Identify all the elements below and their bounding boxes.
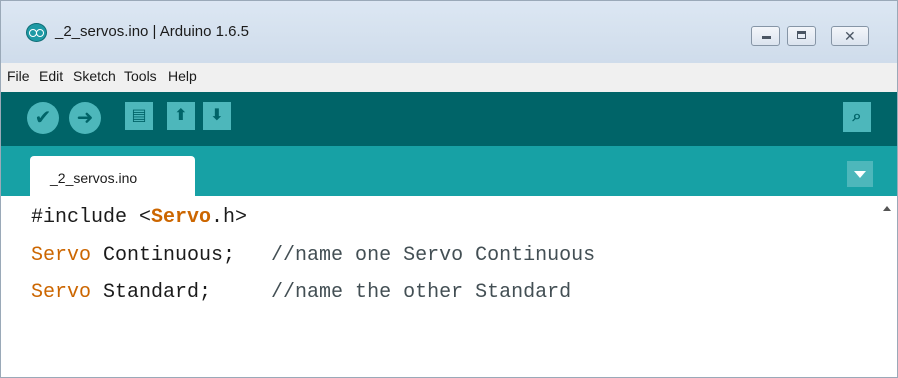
close-icon: ✕ (844, 28, 856, 44)
upload-button[interactable]: ➜ (69, 102, 101, 134)
code-comment: //name one Servo Continuous (271, 244, 596, 267)
open-sketch-button[interactable]: ⬆ (167, 102, 195, 130)
code-keyword: Servo (31, 244, 92, 267)
code-line: Servo Standard; //name the other Standar… (31, 281, 571, 305)
save-sketch-button[interactable]: ⬇ (203, 102, 231, 130)
code-text: Continuous; (91, 244, 272, 267)
code-text: #include < (31, 206, 152, 229)
code-editor[interactable]: #include <Servo.h> Servo Continuous; //n… (1, 196, 879, 377)
code-line: #include <Servo.h> (31, 206, 247, 230)
new-file-icon: ▤ (131, 107, 147, 124)
chevron-down-icon (854, 171, 866, 178)
menu-tools[interactable]: Tools (124, 68, 157, 84)
menu-edit[interactable]: Edit (39, 68, 63, 84)
menu-help[interactable]: Help (168, 68, 197, 84)
arrow-right-icon: ➜ (76, 107, 94, 129)
check-icon: ✔ (34, 107, 52, 129)
minimize-button[interactable] (751, 26, 780, 46)
code-line: Servo Continuous; //name one Servo Conti… (31, 244, 595, 268)
verify-button[interactable]: ✔ (27, 102, 59, 134)
menu-sketch[interactable]: Sketch (73, 68, 116, 84)
toolbar: ✔ ➜ ▤ ⬆ ⬇ ⌕ (1, 92, 897, 146)
maximize-button[interactable] (787, 26, 816, 46)
code-keyword: Servo (151, 206, 212, 229)
serial-monitor-button[interactable]: ⌕ (843, 102, 871, 132)
code-text: Standard; (91, 281, 272, 304)
code-text: .h> (211, 206, 248, 229)
scroll-up-arrow-icon (883, 206, 891, 211)
save-arrow-down-icon: ⬇ (210, 107, 224, 124)
code-comment: //name the other Standard (271, 281, 572, 304)
magnifier-icon: ⌕ (852, 108, 862, 125)
tab-2-servos-ino[interactable]: _2_servos.ino (30, 156, 195, 196)
menu-bar: File Edit Sketch Tools Help (1, 63, 897, 92)
tab-label: _2_servos.ino (50, 170, 138, 186)
menu-file[interactable]: File (7, 68, 30, 84)
window-title: _2_servos.ino | Arduino 1.6.5 (55, 23, 250, 40)
open-arrow-up-icon: ⬆ (174, 107, 188, 124)
tab-row: _2_servos.ino (1, 146, 897, 196)
minimize-icon (762, 36, 771, 39)
close-button[interactable]: ✕ (831, 26, 869, 46)
new-sketch-button[interactable]: ▤ (125, 102, 153, 130)
arduino-ide-window: _2_servos.ino | Arduino 1.6.5 ✕ File Edi… (0, 0, 898, 378)
code-keyword: Servo (31, 281, 92, 304)
title-bar: _2_servos.ino | Arduino 1.6.5 ✕ (1, 1, 897, 63)
arduino-logo-icon (26, 23, 47, 42)
tab-menu-button[interactable] (847, 161, 873, 187)
maximize-icon (797, 31, 806, 39)
editor-scrollbar[interactable] (879, 196, 897, 377)
